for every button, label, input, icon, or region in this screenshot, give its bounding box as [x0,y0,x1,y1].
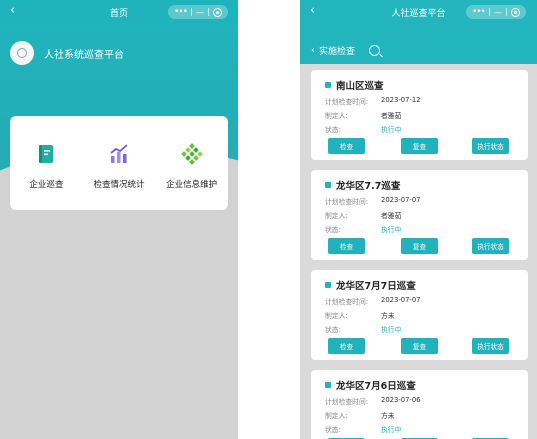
exec-status-button[interactable]: 执行状态 [472,338,509,354]
field-label: 制定人: [325,312,348,320]
plan-card: 龙华区7月7日巡查 计划检查时间: 2023-07-07 制定人: 方未 状态:… [311,270,528,360]
plan-header: 龙华区7月6日巡查 [325,378,416,392]
left-phone-screen: ‹ 首页 ••• — 人社系统巡查平台 企业巡查 检查情况统计 企业信息维护 [0,0,238,439]
menu-item-enterprise-inspection[interactable]: 企业巡查 [10,116,83,210]
field-value: 2023-07-07 [381,196,421,204]
menu-label: 检查情况统计 [93,180,145,190]
search-icon[interactable] [369,44,381,56]
status-row: 状态: 执行中 [325,324,401,334]
plan-header: 南山区巡查 [325,78,384,92]
menu-item-inspection-statistics[interactable]: 检查情况统计 [83,116,156,210]
top-nav-bar: ‹ 人社巡查平台 ••• — [300,0,537,26]
clock-logo-icon [10,41,34,65]
status-badge: 执行中 [381,226,402,234]
capsule-divider [505,8,507,16]
plan-name: 龙华区7月6日巡查 [336,381,416,392]
platform-title: 人社系统巡查平台 [44,49,124,61]
status-row: 状态: 执行中 [325,224,401,234]
mini-program-capsule: ••• — [466,5,526,19]
field-value: 2023-07-06 [381,396,421,404]
mini-program-capsule: ••• — [168,5,228,19]
sub-header: ‹ 实施检查 [300,36,537,64]
field-label: 计划检查时间: [325,198,369,206]
field-value: 方未 [381,412,395,420]
capsule-divider [488,8,490,16]
flag-icon [325,82,331,88]
field-label: 状态: [325,426,341,434]
field-label: 状态: [325,326,341,334]
menu-label: 企业巡查 [29,180,64,190]
plan-card: 龙华区7月6日巡查 计划检查时间: 2023-07-06 制定人: 方未 状态:… [311,370,528,439]
creator-row: 制定人: 方未 [325,410,395,420]
planned-time-row: 计划检查时间: 2023-07-06 [325,396,421,406]
creator-row: 制定人: 者雅茹 [325,110,401,120]
inspect-button[interactable]: 检查 [328,338,365,354]
top-nav-bar: ‹ 首页 ••• — [0,0,238,26]
inspect-button[interactable]: 检查 [328,138,365,154]
exec-status-button[interactable]: 执行状态 [472,138,509,154]
diamond-grid-icon [180,143,203,165]
field-label: 计划检查时间: [325,98,369,106]
field-value: 者雅茹 [381,112,402,120]
flag-icon [325,182,331,188]
status-badge: 执行中 [381,326,402,334]
plan-name: 龙华区7.7巡查 [336,181,401,192]
document-book-icon [39,145,54,163]
section-title: 实施检查 [319,46,356,57]
field-label: 制定人: [325,412,348,420]
inspect-button[interactable]: 检查 [328,238,365,254]
field-label: 制定人: [325,112,348,120]
plan-name: 龙华区7月7日巡查 [336,281,416,292]
status-badge: 执行中 [381,126,402,134]
field-label: 状态: [325,226,341,234]
recheck-button[interactable]: 复查 [401,238,438,254]
flag-icon [325,282,331,288]
target-icon[interactable] [510,7,520,17]
menu-item-enterprise-info[interactable]: 企业信息维护 [155,116,228,210]
field-label: 状态: [325,126,341,134]
plan-name: 南山区巡查 [336,81,384,92]
exec-status-button[interactable]: 执行状态 [472,238,509,254]
planned-time-row: 计划检查时间: 2023-07-07 [325,296,421,306]
status-row: 状态: 执行中 [325,124,401,134]
recheck-button[interactable]: 复查 [401,138,438,154]
menu-label: 企业信息维护 [166,180,218,190]
plan-header: 龙华区7月7日巡查 [325,278,416,292]
plan-card: 龙华区7.7巡查 计划检查时间: 2023-07-07 制定人: 者雅茹 状态:… [311,170,528,260]
creator-row: 制定人: 者雅茹 [325,210,401,220]
more-dots-icon[interactable]: ••• [174,7,188,17]
bar-chart-icon [110,144,128,163]
function-menu-card: 企业巡查 检查情况统计 企业信息维护 [10,116,228,210]
field-value: 方未 [381,312,395,320]
planned-time-row: 计划检查时间: 2023-07-12 [325,96,421,106]
creator-row: 制定人: 方未 [325,310,395,320]
capsule-divider [207,8,209,16]
planned-time-row: 计划检查时间: 2023-07-07 [325,196,421,206]
status-badge: 执行中 [381,426,402,434]
plan-header: 龙华区7.7巡查 [325,178,400,192]
capsule-divider [190,8,192,16]
field-value: 者雅茹 [381,212,402,220]
flag-icon [325,382,331,388]
field-value: 2023-07-12 [381,96,421,104]
status-row: 状态: 执行中 [325,424,401,434]
field-label: 计划检查时间: [325,298,369,306]
more-dots-icon[interactable]: ••• [472,7,486,17]
header-bar: ‹ 人社巡查平台 ••• — ‹ 实施检查 [300,0,537,64]
field-label: 制定人: [325,212,348,220]
brand-header: 人社系统巡查平台 [10,41,124,65]
field-value: 2023-07-07 [381,296,421,304]
recheck-button[interactable]: 复查 [401,338,438,354]
field-label: 计划检查时间: [325,398,369,406]
minus-icon[interactable]: — [494,8,502,17]
target-icon[interactable] [212,7,222,17]
minus-icon[interactable]: — [196,8,204,17]
chevron-left-icon[interactable]: ‹ [311,45,315,56]
right-phone-screen: ‹ 人社巡查平台 ••• — ‹ 实施检查 南山区巡查 计划检查时间: 2023… [300,0,537,439]
plan-card: 南山区巡查 计划检查时间: 2023-07-12 制定人: 者雅茹 状态: 执行… [311,70,528,160]
